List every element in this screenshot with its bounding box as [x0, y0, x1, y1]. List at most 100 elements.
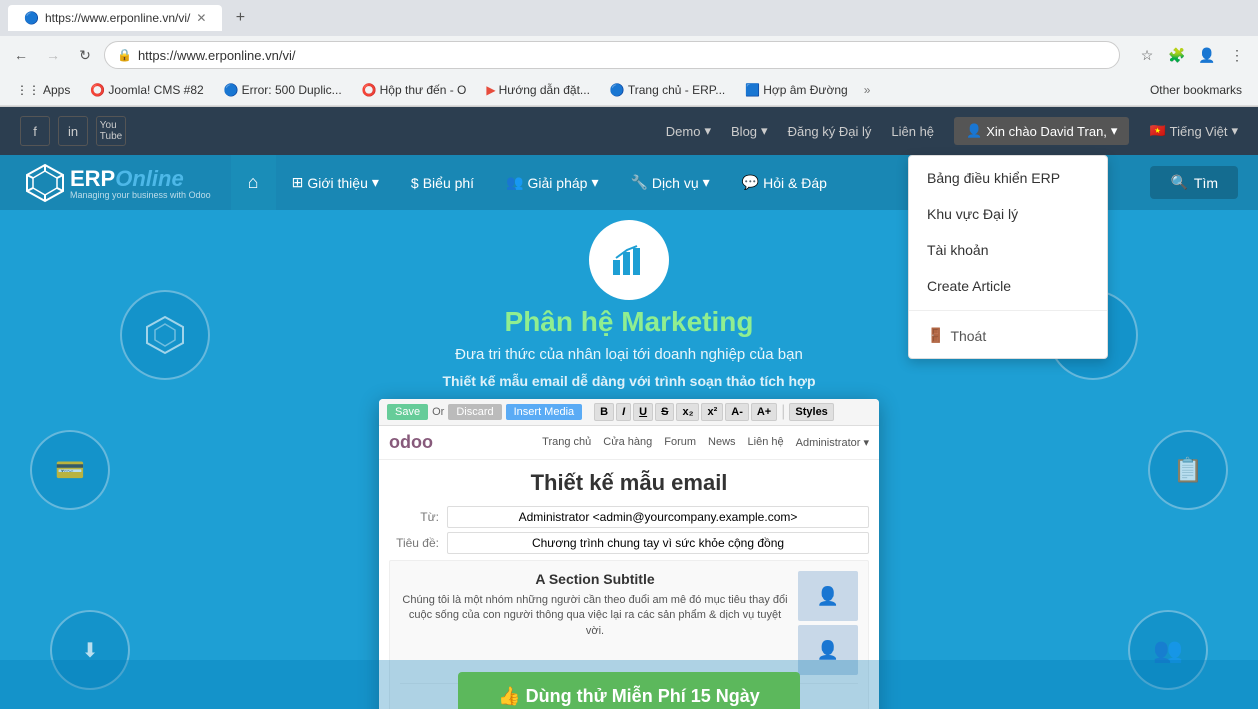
dropdown-create-article[interactable]: Create Article [909, 268, 1107, 304]
circuit-node-left-mid: 💳 [30, 430, 110, 510]
search-button[interactable]: 🔍 Tìm [1150, 166, 1238, 199]
save-button[interactable]: Save [387, 404, 428, 420]
reload-button[interactable]: ↻ [72, 42, 98, 68]
facebook-icon[interactable]: f [20, 116, 50, 146]
back-button[interactable]: ← [8, 42, 34, 68]
demo-menu[interactable]: Demo ▾ [666, 123, 711, 139]
top-bar: f in YouTube Demo ▾ Blog ▾ Đăng ký Đại l… [0, 107, 1258, 155]
email-image-1: 👤 [798, 571, 858, 621]
dropdown-divider [909, 310, 1107, 311]
nav-giai-phap[interactable]: 👥 Giải pháp ▾ [490, 155, 614, 210]
sup-btn[interactable]: x² [701, 403, 723, 421]
logo-online: Online [115, 166, 183, 192]
bookmark-apps[interactable]: ⋮⋮ Apps [8, 80, 78, 100]
section-body-text: Chúng tôi là một nhóm những người cần th… [400, 593, 790, 639]
hero-main-icon [589, 220, 669, 300]
browser-controls: ← → ↻ 🔒 https://www.erponline.vn/vi/ ☆ 🧩… [0, 36, 1258, 74]
flag-icon: 🇻🇳 [1149, 123, 1165, 139]
free-trial-button[interactable]: 👍 Dùng thử Miễn Phí 15 Ngày [458, 672, 799, 709]
nav-lienhe[interactable]: Liên hệ [748, 436, 784, 449]
cta-area: 👍 Dùng thử Miễn Phí 15 Ngày [0, 660, 1258, 709]
home-button[interactable]: ⌂ [231, 155, 276, 210]
active-tab[interactable]: 🔵 https://www.erponline.vn/vi/ ✕ [8, 5, 222, 31]
italic-btn[interactable]: I [616, 403, 631, 421]
hopam-icon: 🟦 [745, 83, 760, 97]
youtube-icon: ▶ [486, 83, 495, 97]
user-dropdown-menu: Bảng điều khiển ERP Khu vực Đại lý Tài k… [908, 155, 1108, 359]
contact-link[interactable]: Liên hệ [891, 124, 934, 139]
nav-admin[interactable]: Administrator ▾ [796, 436, 869, 449]
bookmarks-overflow: » [860, 83, 875, 97]
linkedin-icon[interactable]: in [58, 116, 88, 146]
email-toolbar: Save Or Discard Insert Media B I U S x₂ … [379, 399, 879, 426]
giai-phap-arrow: ▾ [591, 174, 598, 191]
sep1: | [781, 403, 785, 421]
from-label: Từ: [389, 510, 439, 524]
bookmark-joomla[interactable]: ⭕ Joomla! CMS #82 [82, 80, 211, 100]
search-icon: 🔍 [1170, 174, 1187, 191]
other-bookmarks-button[interactable]: Other bookmarks [1142, 80, 1250, 100]
inbox-icon: ⭕ [362, 83, 377, 97]
odoo-nav: Trang chủ Cửa hàng Forum News Liên hệ Ad… [542, 436, 869, 449]
insert-media-button[interactable]: Insert Media [506, 404, 583, 420]
bookmark-erp[interactable]: 🔵 Trang chủ - ERP... [602, 80, 733, 100]
users-icon: 👥 [506, 174, 523, 191]
subject-value[interactable]: Chương trình chung tay vì sức khỏe cộng … [447, 532, 869, 554]
strike-btn[interactable]: S [655, 403, 674, 421]
nav-dich-vu[interactable]: 🔧 Dịch vụ ▾ [614, 155, 725, 210]
erp-icon: 🔵 [610, 83, 625, 97]
nav-cuahang[interactable]: Cửa hàng [603, 436, 652, 449]
email-odoo-header: odoo Trang chủ Cửa hàng Forum News Liên … [379, 426, 879, 460]
format-buttons: B I U S x₂ x² A- A+ | Styles [594, 403, 834, 421]
logo-icon [20, 158, 70, 208]
logo[interactable]: ERP Online Managing your business with O… [20, 158, 211, 208]
bookmark-youtube[interactable]: ▶ Hướng dẫn đặt... [478, 80, 598, 100]
bookmark-error[interactable]: 🔵 Error: 500 Duplic... [216, 80, 350, 100]
forward-button[interactable]: → [40, 42, 66, 68]
from-field: Từ: Administrator <admin@yourcompany.exa… [389, 506, 869, 528]
menu-button[interactable]: ⋮ [1224, 42, 1250, 68]
or-text: Or [432, 406, 444, 418]
from-value[interactable]: Administrator <admin@yourcompany.example… [447, 506, 869, 528]
dropdown-logout[interactable]: 🚪 Thoát [909, 317, 1107, 354]
bold-btn[interactable]: B [594, 403, 614, 421]
address-bar[interactable]: 🔒 https://www.erponline.vn/vi/ [104, 41, 1120, 69]
bookmark-star-button[interactable]: ☆ [1134, 42, 1160, 68]
dropdown-account[interactable]: Tài khoản [909, 232, 1107, 268]
home-icon: ⌂ [248, 172, 259, 193]
user-dropdown-arrow: ▾ [1111, 123, 1118, 139]
browser-chrome: 🔵 https://www.erponline.vn/vi/ ✕ + ← → ↻… [0, 0, 1258, 107]
register-agent-link[interactable]: Đăng ký Đại lý [788, 124, 872, 139]
subject-field: Tiêu đề: Chương trình chung tay vì sức k… [389, 532, 869, 554]
lock-icon: 🔒 [117, 48, 132, 62]
blog-menu[interactable]: Blog ▾ [731, 123, 768, 139]
discard-button[interactable]: Discard [448, 404, 501, 420]
social-icons: f in YouTube [20, 116, 126, 146]
grid-icon: ⊞ [292, 174, 304, 191]
youtube-social-icon[interactable]: YouTube [96, 116, 126, 146]
language-button[interactable]: 🇻🇳 Tiếng Việt ▾ [1149, 123, 1238, 139]
font-decrease-btn[interactable]: A- [725, 403, 749, 421]
nav-gioi-thieu[interactable]: ⊞ Giới thiệu ▾ [276, 155, 395, 210]
underline-btn[interactable]: U [633, 403, 653, 421]
logo-erp: ERP [70, 166, 115, 192]
user-menu-button[interactable]: 👤 Xin chào David Tran, ▾ [954, 117, 1129, 145]
profile-button[interactable]: 👤 [1194, 42, 1220, 68]
lang-dropdown-arrow: ▾ [1231, 123, 1238, 139]
nav-hoi-dap[interactable]: 💬 Hỏi & Đáp [726, 155, 843, 210]
styles-btn[interactable]: Styles [789, 403, 833, 421]
sub-btn[interactable]: x₂ [676, 403, 699, 421]
bookmark-inbox[interactable]: ⭕ Hộp thư đến - O [354, 80, 475, 100]
extensions-button[interactable]: 🧩 [1164, 42, 1190, 68]
nav-news[interactable]: News [708, 436, 736, 449]
nav-trangchu[interactable]: Trang chủ [542, 436, 591, 449]
nav-bieu-phi[interactable]: $ Biểu phí [395, 155, 490, 210]
tab-bar: 🔵 https://www.erponline.vn/vi/ ✕ + [0, 0, 1258, 36]
font-increase-btn[interactable]: A+ [751, 403, 777, 421]
url-text: https://www.erponline.vn/vi/ [138, 48, 296, 63]
dropdown-agent-area[interactable]: Khu vực Đại lý [909, 196, 1107, 232]
new-tab-button[interactable]: + [226, 4, 254, 32]
bookmark-hopam[interactable]: 🟦 Hợp âm Đường [737, 80, 855, 100]
nav-forum[interactable]: Forum [664, 436, 696, 449]
dropdown-dashboard[interactable]: Bảng điều khiển ERP [909, 160, 1107, 196]
